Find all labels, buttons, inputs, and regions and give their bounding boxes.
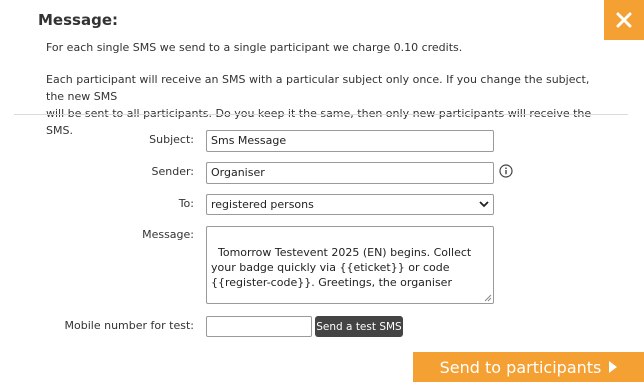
to-select-value: registered persons xyxy=(211,198,314,211)
sender-input[interactable]: Organiser xyxy=(206,162,494,184)
to-label: To: xyxy=(178,197,194,210)
message-text: Tomorrow Testevent 2025 (EN) begins. Col… xyxy=(211,246,475,289)
to-select[interactable]: registered persons xyxy=(206,194,494,215)
subject-input[interactable]: Sms Message xyxy=(206,130,494,152)
chevron-down-icon xyxy=(479,201,489,208)
subject-info-line: Each participant will receive an SMS wit… xyxy=(46,73,590,103)
subject-label: Subject: xyxy=(149,133,194,146)
resize-grip-icon[interactable] xyxy=(484,294,492,302)
cost-info-text: For each single SMS we send to a single … xyxy=(46,41,463,54)
close-button[interactable] xyxy=(604,0,644,40)
send-button-label: Send to participants xyxy=(439,357,602,377)
info-icon[interactable] xyxy=(499,164,513,178)
subject-info-text: Each participant will receive an SMS wit… xyxy=(46,71,606,139)
message-label: Message: xyxy=(142,228,194,241)
sender-label: Sender: xyxy=(151,165,194,178)
divider xyxy=(14,114,628,115)
mobile-label: Mobile number for test: xyxy=(64,319,194,332)
triangle-right-icon xyxy=(609,361,618,373)
send-test-sms-button[interactable]: Send a test SMS xyxy=(315,316,403,337)
close-icon xyxy=(616,12,632,28)
message-textarea[interactable]: Tomorrow Testevent 2025 (EN) begins. Col… xyxy=(206,226,494,304)
send-to-participants-button[interactable]: Send to participants xyxy=(413,352,644,382)
dialog-title: Message: xyxy=(38,11,118,29)
mobile-number-input[interactable] xyxy=(206,316,312,337)
